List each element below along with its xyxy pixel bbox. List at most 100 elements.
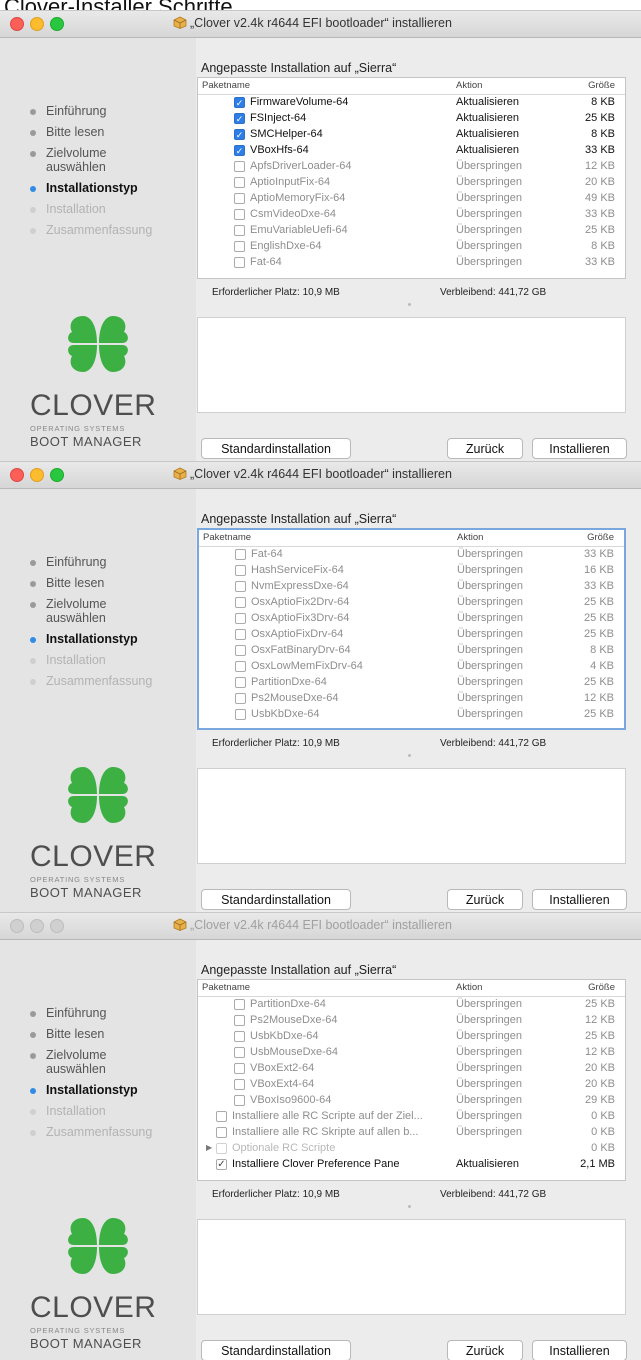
table-row[interactable]: Fat-64 Überspringen 33 KB [198, 255, 625, 271]
package-checkbox[interactable] [235, 677, 246, 688]
table-row[interactable]: ▶ Optionale RC Scripte 0 KB [198, 1141, 625, 1157]
table-row[interactable]: OsxAptioFix3Drv-64 Überspringen 25 KB [199, 611, 624, 627]
package-checkbox[interactable] [234, 161, 245, 172]
zoom-button[interactable] [50, 468, 64, 482]
package-checkbox[interactable] [235, 693, 246, 704]
table-row[interactable]: Installiere Clover Preference Pane Aktual… [198, 1157, 625, 1173]
package-table[interactable]: Paketname Aktion Größe Fat-64 Überspringe… [197, 528, 626, 730]
table-row[interactable]: AptioMemoryFix-64 Überspringen 49 KB [198, 191, 625, 207]
table-row[interactable]: CsmVideoDxe-64 Überspringen 33 KB [198, 207, 625, 223]
column-header-action[interactable]: Aktion [456, 982, 482, 993]
column-header-action[interactable]: Aktion [457, 532, 483, 543]
package-checkbox[interactable] [234, 129, 245, 140]
package-checkbox[interactable] [235, 613, 246, 624]
column-header-name[interactable]: Paketname [202, 982, 250, 993]
splitter-handle[interactable] [408, 303, 411, 306]
package-checkbox[interactable] [234, 257, 245, 268]
column-header-size[interactable]: Größe [587, 532, 614, 543]
package-checkbox[interactable] [216, 1159, 227, 1170]
table-row[interactable]: UsbKbDxe-64 Überspringen 25 KB [198, 1029, 625, 1045]
package-checkbox[interactable] [235, 709, 246, 720]
table-row[interactable]: Fat-64 Überspringen 33 KB [199, 547, 624, 563]
package-checkbox[interactable] [234, 1047, 245, 1058]
package-checkbox[interactable] [216, 1127, 227, 1138]
package-checkbox[interactable] [216, 1111, 227, 1122]
package-checkbox[interactable] [235, 549, 246, 560]
table-row[interactable]: Installiere alle RC Skripte auf allen b.… [198, 1125, 625, 1141]
minimize-button[interactable] [30, 17, 44, 31]
package-checkbox[interactable] [234, 1015, 245, 1026]
install-button[interactable]: Installieren [532, 438, 627, 459]
package-checkbox[interactable] [234, 1031, 245, 1042]
package-checkbox[interactable] [235, 581, 246, 592]
package-table[interactable]: Paketname Aktion Größe PartitionDxe-64 Üb… [197, 979, 626, 1181]
disclosure-triangle-icon[interactable]: ▶ [206, 1143, 212, 1152]
table-row[interactable]: VBoxHfs-64 Aktualisieren 33 KB [198, 143, 625, 159]
package-checkbox[interactable] [235, 645, 246, 656]
package-checkbox[interactable] [234, 177, 245, 188]
package-table[interactable]: Paketname Aktion Größe FirmwareVolume-64… [197, 77, 626, 279]
table-row[interactable]: PartitionDxe-64 Überspringen 25 KB [198, 997, 625, 1013]
column-header-name[interactable]: Paketname [202, 80, 250, 91]
install-button[interactable]: Installieren [532, 1340, 627, 1360]
column-header-size[interactable]: Größe [588, 982, 615, 993]
table-row[interactable]: UsbMouseDxe-64 Überspringen 12 KB [198, 1045, 625, 1061]
package-checkbox[interactable] [235, 597, 246, 608]
package-checkbox[interactable] [234, 113, 245, 124]
table-row[interactable]: Ps2MouseDxe-64 Überspringen 12 KB [198, 1013, 625, 1029]
package-checkbox[interactable] [234, 1063, 245, 1074]
table-row[interactable]: OsxAptioFix2Drv-64 Überspringen 25 KB [199, 595, 624, 611]
package-checkbox[interactable] [234, 209, 245, 220]
column-header-size[interactable]: Größe [588, 80, 615, 91]
package-checkbox[interactable] [234, 145, 245, 156]
standard-install-button[interactable]: Standardinstallation [201, 1340, 351, 1360]
back-button[interactable]: Zurück [447, 1340, 523, 1360]
splitter-handle[interactable] [408, 754, 411, 757]
package-checkbox[interactable] [235, 661, 246, 672]
table-row[interactable]: Installiere alle RC Scripte auf der Ziel… [198, 1109, 625, 1125]
package-checkbox[interactable] [234, 193, 245, 204]
standard-install-button[interactable]: Standardinstallation [201, 438, 351, 459]
table-row[interactable]: EnglishDxe-64 Überspringen 8 KB [198, 239, 625, 255]
back-button[interactable]: Zurück [447, 889, 523, 910]
column-header-action[interactable]: Aktion [456, 80, 482, 91]
package-checkbox[interactable] [234, 1079, 245, 1090]
table-row[interactable]: Ps2MouseDxe-64 Überspringen 12 KB [199, 691, 624, 707]
back-button[interactable]: Zurück [447, 438, 523, 459]
table-row[interactable]: ApfsDriverLoader-64 Überspringen 12 KB [198, 159, 625, 175]
standard-install-button[interactable]: Standardinstallation [201, 889, 351, 910]
table-row[interactable]: OsxLowMemFixDrv-64 Überspringen 4 KB [199, 659, 624, 675]
package-checkbox[interactable] [234, 241, 245, 252]
table-row[interactable]: SMCHelper-64 Aktualisieren 8 KB [198, 127, 625, 143]
package-checkbox[interactable] [234, 97, 245, 108]
table-row[interactable]: OsxAptioFixDrv-64 Überspringen 25 KB [199, 627, 624, 643]
close-button[interactable] [10, 919, 24, 933]
table-row[interactable]: VBoxExt4-64 Überspringen 20 KB [198, 1077, 625, 1093]
package-checkbox[interactable] [234, 999, 245, 1010]
table-row[interactable]: FSInject-64 Aktualisieren 25 KB [198, 111, 625, 127]
package-checkbox[interactable] [234, 225, 245, 236]
table-row[interactable]: VBoxExt2-64 Überspringen 20 KB [198, 1061, 625, 1077]
splitter-handle[interactable] [408, 1205, 411, 1208]
zoom-button[interactable] [50, 17, 64, 31]
table-row[interactable]: FirmwareVolume-64 Aktualisieren 8 KB [198, 95, 625, 111]
table-row[interactable]: HashServiceFix-64 Überspringen 16 KB [199, 563, 624, 579]
table-row[interactable]: AptioInputFix-64 Überspringen 20 KB [198, 175, 625, 191]
package-checkbox[interactable] [234, 1095, 245, 1106]
close-button[interactable] [10, 17, 24, 31]
close-button[interactable] [10, 468, 24, 482]
table-row[interactable]: PartitionDxe-64 Überspringen 25 KB [199, 675, 624, 691]
table-row[interactable]: VBoxIso9600-64 Überspringen 29 KB [198, 1093, 625, 1109]
package-checkbox[interactable] [235, 629, 246, 640]
minimize-button[interactable] [30, 919, 44, 933]
zoom-button[interactable] [50, 919, 64, 933]
table-row[interactable]: EmuVariableUefi-64 Überspringen 25 KB [198, 223, 625, 239]
table-row[interactable]: UsbKbDxe-64 Überspringen 25 KB [199, 707, 624, 723]
package-checkbox[interactable] [235, 565, 246, 576]
package-checkbox[interactable] [216, 1143, 227, 1154]
column-header-name[interactable]: Paketname [203, 532, 251, 543]
minimize-button[interactable] [30, 468, 44, 482]
table-row[interactable]: OsxFatBinaryDrv-64 Überspringen 8 KB [199, 643, 624, 659]
table-row[interactable]: NvmExpressDxe-64 Überspringen 33 KB [199, 579, 624, 595]
install-button[interactable]: Installieren [532, 889, 627, 910]
